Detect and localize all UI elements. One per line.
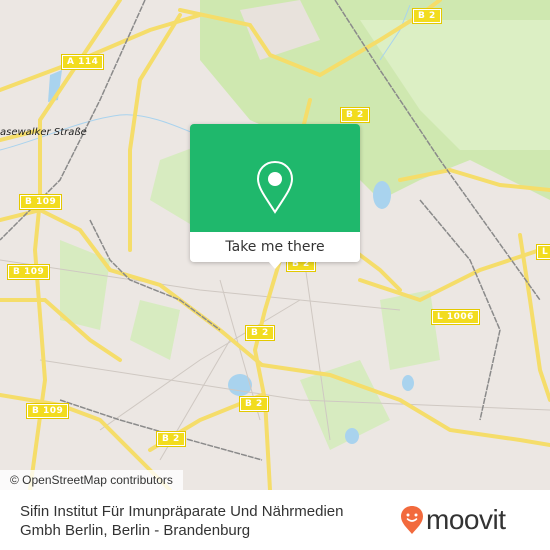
footer: Sifin Institut Für Imunpräparate Und Näh… (0, 490, 550, 550)
park-area (130, 300, 180, 360)
road-shield-l1006: L 1006 (431, 309, 480, 325)
take-me-there-button[interactable]: Take me there (190, 232, 360, 262)
popup-header (190, 124, 360, 232)
map-pin-icon (256, 160, 294, 214)
place-name: Sifin Institut Für Imunpräparate Und Näh… (20, 503, 344, 539)
popup-pointer (268, 261, 282, 269)
map-attribution[interactable]: © OpenStreetMap contributors (0, 470, 183, 490)
map-view[interactable]: asewalker Straße A 114 B 2 B 2 B 109 B 1… (0, 0, 550, 490)
road-shield-b2: B 2 (412, 8, 442, 24)
road-shield-b109: B 109 (6, 264, 51, 280)
road-shield-l: L (535, 244, 550, 260)
lake (228, 374, 252, 396)
brand-name: moovit (426, 504, 506, 535)
lake (373, 181, 391, 209)
road-shield-b2: B 2 (340, 107, 370, 123)
place-label: asewalker Straße (0, 127, 87, 138)
road-shield-b2: B 2 (156, 431, 186, 447)
road-shield-b109: B 109 (25, 403, 70, 419)
road-shield-b2: B 2 (245, 325, 275, 341)
location-popup: Take me there (190, 124, 360, 269)
lake (402, 375, 414, 391)
road-shield-b109: B 109 (18, 194, 63, 210)
moovit-pin-icon (401, 506, 423, 534)
lake (345, 428, 359, 444)
park-area (60, 240, 110, 330)
road-shield-a114: A 114 (60, 54, 105, 70)
park-area (380, 290, 440, 370)
moovit-logo[interactable]: moovit (400, 504, 506, 535)
road-shield-b2: B 2 (239, 396, 269, 412)
